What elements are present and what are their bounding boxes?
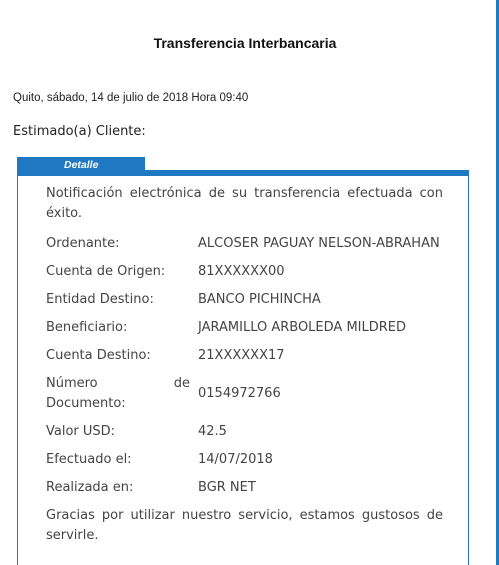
row-cuenta-origen: Cuenta de Origen: 81XXXXXX00 [46,262,443,282]
value-beneficiario: JARAMILLO ARBOLEDA MILDRED [198,320,407,335]
greeting: Estimado(a) Cliente: [13,124,146,139]
detail-tab: Detalle [17,157,145,171]
label-numero-word: Número [46,376,98,391]
row-entidad-destino: Entidad Destino: BANCO PICHINCHA [46,290,443,310]
value-valor-usd: 42.5 [198,424,227,439]
detail-panel-body: Notificación electrónica de su transfere… [46,184,443,546]
email-page: Transferencia Interbancaria Quito, sábad… [0,0,499,565]
label-valor-usd: Valor USD: [46,424,116,439]
value-cuenta-destino: 21XXXXXX17 [198,348,285,363]
row-valor-usd: Valor USD: 42.5 [46,422,443,442]
label-beneficiario: Beneficiario: [46,320,128,335]
label-efectuado: Efectuado el: [46,452,132,467]
value-efectuado: 14/07/2018 [198,452,273,467]
intro-text: Notificación electrónica de su transfere… [46,186,443,221]
row-cuenta-destino: Cuenta Destino: 21XXXXXX17 [46,346,443,366]
label-cuenta-origen: Cuenta de Origen: [46,264,166,279]
dateline: Quito, sábado, 14 de julio de 2018 Hora … [13,92,249,104]
row-numero-documento: Número de Documento: 0154972766 [46,374,443,414]
label-documento-word: Documento: [46,396,126,411]
value-cuenta-origen: 81XXXXXX00 [198,264,285,279]
row-beneficiario: Beneficiario: JARAMILLO ARBOLEDA MILDRED [46,318,443,338]
label-ordenante: Ordenante: [46,236,120,251]
label-cuenta-destino: Cuenta Destino: [46,348,151,363]
row-realizada: Realizada en: BGR NET [46,478,443,498]
label-de-word: de [173,376,190,391]
value-ordenante: ALCOSER PAGUAY NELSON-ABRAHAN [198,236,440,251]
label-realizada: Realizada en: [46,480,134,495]
label-numero-documento: Número de Documento: [46,374,198,414]
row-ordenante: Ordenante: ALCOSER PAGUAY NELSON-ABRAHAN [46,234,443,254]
detail-panel: Notificación electrónica de su transfere… [17,170,469,565]
value-realizada: BGR NET [198,480,256,495]
page-title: Transferencia Interbancaria [153,35,337,51]
label-entidad-destino: Entidad Destino: [46,292,154,307]
row-efectuado: Efectuado el: 14/07/2018 [46,450,443,470]
label-numero-documento-line1: Número de [46,374,190,394]
value-numero-documento: 0154972766 [198,386,281,401]
value-entidad-destino: BANCO PICHINCHA [198,292,321,307]
thanks-text: Gracias por utilizar nuestro servicio, e… [46,508,443,543]
